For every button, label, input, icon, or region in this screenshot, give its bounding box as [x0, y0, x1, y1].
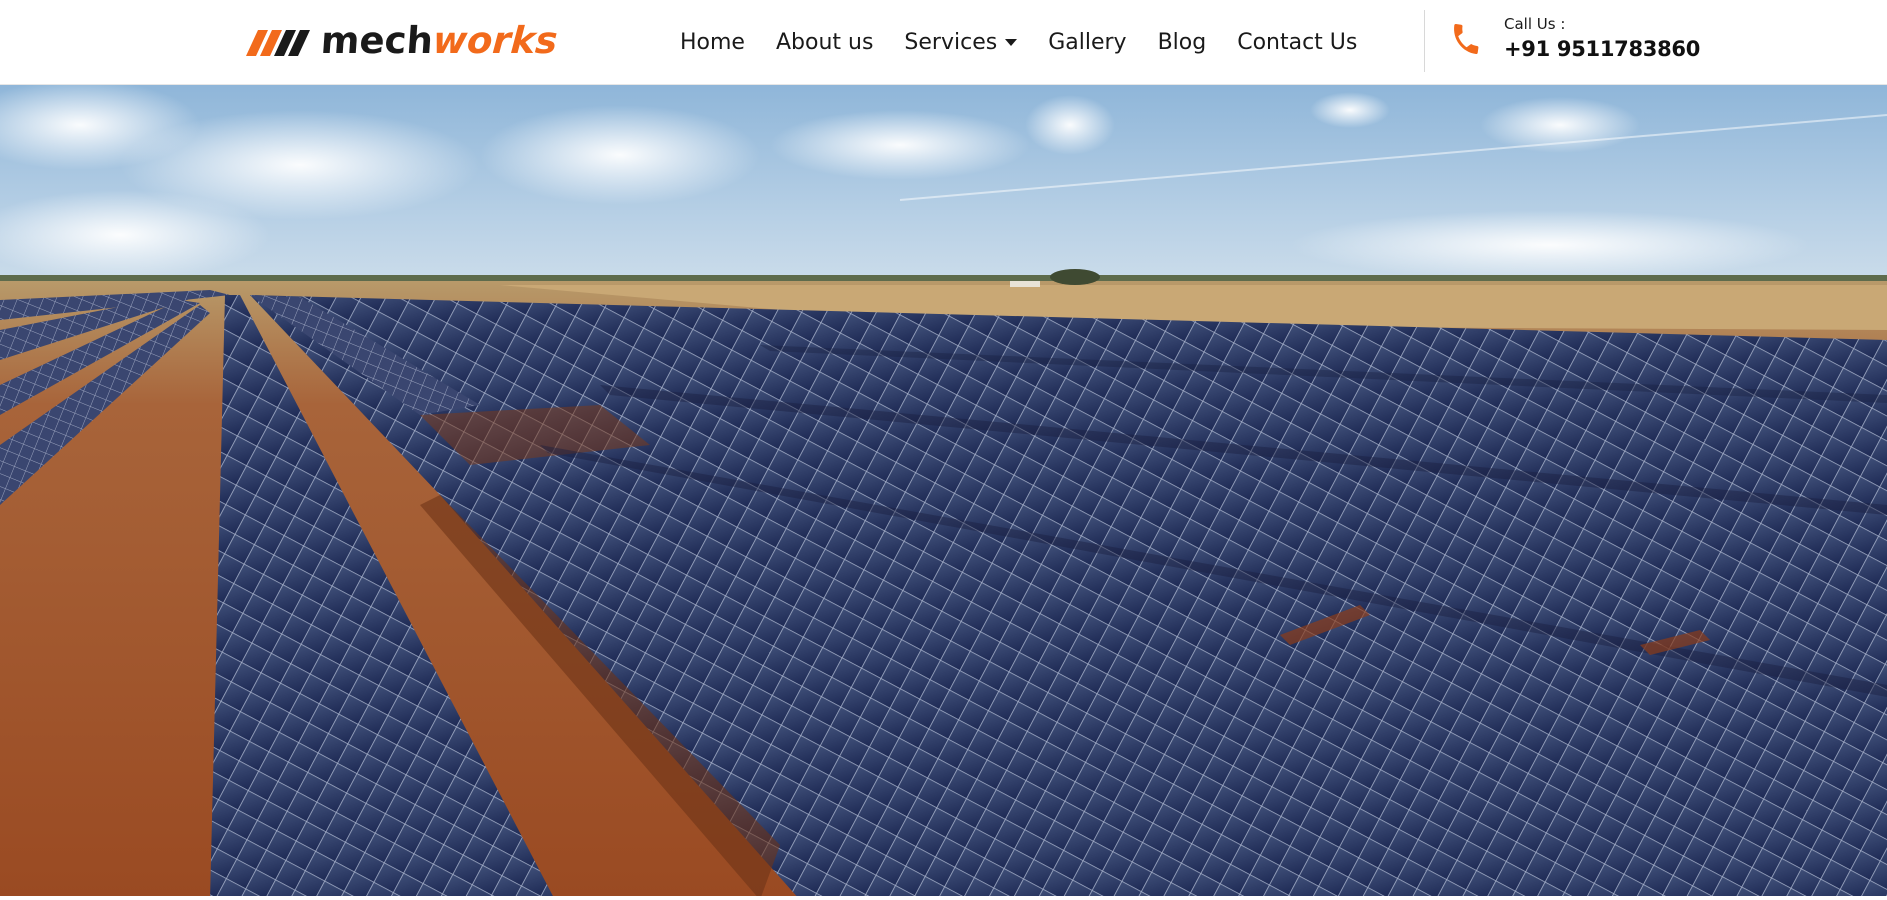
- caret-down-icon: [1005, 38, 1018, 46]
- call-label: Call Us :: [1504, 15, 1566, 33]
- nav-item-services[interactable]: Services: [904, 29, 1018, 55]
- nav-item-gallery[interactable]: Gallery: [1048, 30, 1126, 55]
- phone-icon[interactable]: [1448, 21, 1484, 57]
- call-us-block[interactable]: Call Us : +91 9511783860: [1448, 14, 1700, 64]
- nav-item-contact-us[interactable]: Contact Us: [1237, 30, 1357, 55]
- nav-item-home[interactable]: Home: [680, 30, 745, 55]
- logo-wordmark: mechworks: [320, 19, 559, 62]
- hero-image: [0, 85, 1887, 900]
- nav-item-blog[interactable]: Blog: [1158, 30, 1207, 55]
- logo-stripes-icon: [246, 30, 310, 56]
- header-divider: [1424, 10, 1425, 72]
- call-text: Call Us : +91 9511783860: [1504, 14, 1700, 64]
- logo-mech-text: mech: [319, 19, 435, 62]
- call-number[interactable]: +91 9511783860: [1504, 34, 1700, 64]
- bottom-strip: [0, 896, 1887, 900]
- nav-item-about-us[interactable]: About us: [776, 30, 873, 55]
- nav-item-label: Home: [680, 29, 745, 55]
- site-header: mechworks Home About us Services Gallery…: [0, 0, 1887, 85]
- solar-farm-image: [0, 85, 1887, 900]
- nav-item-label: Services: [904, 29, 998, 55]
- mechworks-logo[interactable]: mechworks: [238, 19, 568, 62]
- main-nav: Home About us Services Gallery Blog Cont…: [680, 22, 1357, 62]
- nav-item-label: Contact Us: [1237, 29, 1358, 55]
- logo-works-text: works: [431, 19, 559, 62]
- nav-item-label: Blog: [1157, 29, 1207, 55]
- nav-item-label: Gallery: [1048, 29, 1127, 55]
- nav-item-label: About us: [775, 29, 874, 55]
